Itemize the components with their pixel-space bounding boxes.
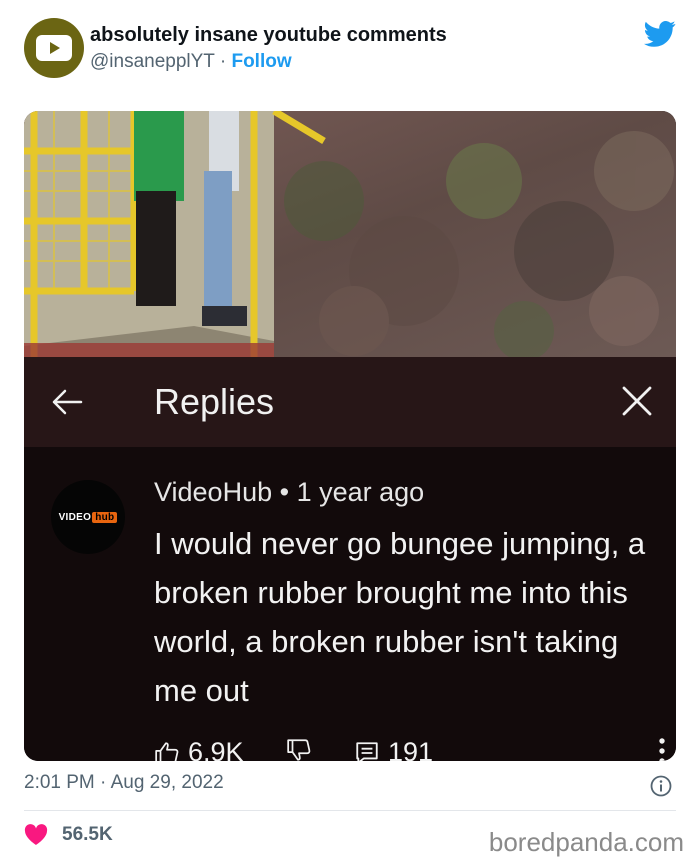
- back-arrow-icon[interactable]: [50, 385, 84, 419]
- bungee-platform-photo: [24, 111, 676, 357]
- like-button[interactable]: 56.5K: [24, 824, 113, 846]
- comment-author[interactable]: VideoHub: [154, 477, 272, 507]
- youtube-play-icon: [36, 35, 72, 61]
- logo-text: VIDEO: [58, 511, 92, 523]
- replies-title: Replies: [154, 381, 275, 422]
- comment-actions: 6.9K 191: [154, 737, 665, 761]
- account-avatar[interactable]: [24, 18, 84, 78]
- comment-age: 1 year ago: [296, 477, 425, 507]
- comment-text: I would never go bungee jumping, a broke…: [154, 526, 646, 708]
- tweet-header: absolutely insane youtube comments @insa…: [24, 18, 676, 80]
- heart-icon: [24, 824, 48, 845]
- handle-line: @insanepplYT · Follow: [90, 51, 292, 73]
- videohub-logo: VIDEO hub: [58, 511, 118, 523]
- display-name[interactable]: absolutely insane youtube comments: [90, 24, 447, 47]
- close-icon[interactable]: [620, 384, 654, 418]
- reply-icon: [356, 741, 378, 761]
- info-icon[interactable]: [650, 775, 672, 797]
- follow-button[interactable]: Follow: [231, 51, 291, 72]
- handle[interactable]: @insanepplYT: [90, 51, 215, 72]
- like-count: 56.5K: [62, 824, 113, 845]
- like-count: 6.9K: [188, 737, 244, 761]
- tweet-media[interactable]: Replies VIDEO hub VideoHub • 1 year ago …: [24, 111, 676, 761]
- separator: ·: [219, 51, 227, 72]
- comment-meta: VideoHub • 1 year ago: [154, 477, 424, 508]
- thumbs-down-icon: [287, 739, 311, 761]
- meta-bullet: •: [279, 477, 290, 507]
- watermark: boredpanda.com: [488, 827, 684, 857]
- reply-action[interactable]: 191: [354, 737, 433, 761]
- youtube-comment: VIDEO hub VideoHub • 1 year ago I would …: [24, 447, 676, 761]
- thumbs-up-icon: [155, 741, 179, 761]
- more-vertical-icon[interactable]: [655, 737, 669, 761]
- reply-count: 191: [388, 737, 434, 761]
- dislike-action[interactable]: [286, 737, 320, 761]
- replies-header: Replies: [24, 357, 676, 447]
- logo-badge: hub: [92, 511, 118, 523]
- like-action[interactable]: 6.9K: [154, 737, 244, 761]
- commenter-avatar[interactable]: VIDEO hub: [51, 480, 125, 554]
- tweet-timestamp[interactable]: 2:01 PM · Aug 29, 2022: [24, 772, 224, 794]
- twitter-bird-icon[interactable]: [644, 20, 676, 48]
- divider: [24, 810, 676, 811]
